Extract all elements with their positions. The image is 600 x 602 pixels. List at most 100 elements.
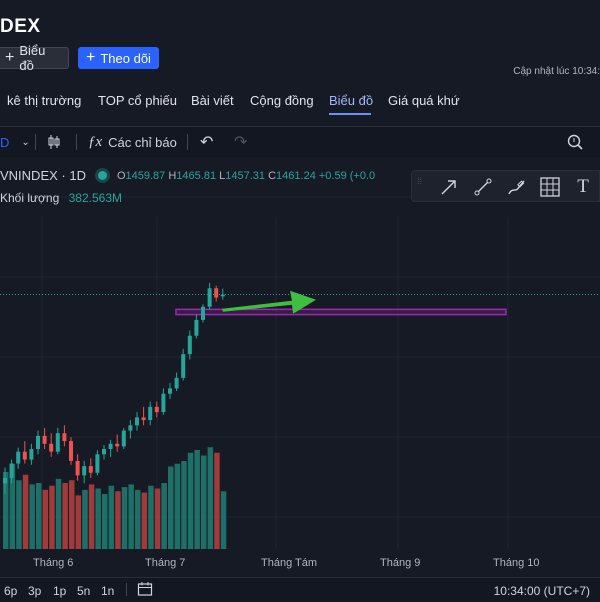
date-range-button[interactable] (137, 581, 153, 602)
candle-body (168, 388, 172, 394)
page-title: DEX (0, 16, 41, 37)
tab-top-stocks[interactable]: TOP cổ phiếu (98, 93, 177, 108)
calendar-icon (137, 582, 153, 596)
tab-community[interactable]: Cộng đồng (250, 93, 314, 108)
screenshot-button[interactable] (566, 127, 584, 157)
volume-bar (82, 489, 88, 549)
candle-body (207, 288, 212, 307)
arrow-tool-icon (441, 180, 456, 195)
tab-history[interactable]: Giá quá khứ (388, 93, 460, 108)
text-tool-button[interactable]: T (570, 174, 596, 200)
trend-line-button[interactable] (470, 174, 496, 200)
volume-bar (95, 488, 101, 549)
volume-bar (115, 491, 121, 549)
redo-button[interactable]: ↷ (234, 127, 247, 157)
candle-body (135, 417, 139, 426)
volume-bar (16, 480, 22, 549)
open-value: 1459.87 (125, 169, 166, 182)
volume-legend: Khối lượng 382.563M (0, 191, 122, 205)
change-value: +0.59 (+0.0 (318, 169, 376, 182)
live-indicator (97, 171, 107, 180)
volume-bar (22, 474, 29, 549)
candle-body (42, 435, 47, 444)
volume-bar (214, 452, 220, 549)
toolbar-divider (187, 134, 188, 150)
price-chart[interactable] (0, 157, 600, 575)
candle-body (22, 451, 27, 460)
volume-bar (174, 463, 181, 549)
x-axis-label: Tháng 6 (33, 557, 74, 569)
range-1m[interactable]: 1p (53, 584, 66, 598)
candle-body (88, 466, 93, 473)
active-tab-indicator (329, 113, 371, 115)
candle-body (181, 354, 186, 378)
text-tool-icon: T (577, 176, 589, 197)
tab-market-stats[interactable]: kê thị trường (7, 93, 81, 108)
volume-value: 382.563M (68, 191, 122, 205)
range-3m[interactable]: 3p (28, 584, 41, 598)
volume-label: Khối lượng (0, 191, 60, 205)
high-value: 1465.81 (176, 169, 217, 182)
candle-body (36, 435, 40, 450)
candle-body (174, 377, 179, 389)
plus-icon: + (86, 49, 96, 66)
time-range-bar: 6p 3p 1p 5n 1n 10:34:00 (UTC+7) (0, 577, 600, 601)
indicators-button[interactable]: ƒx Các chỉ báo (88, 127, 177, 157)
candle-body (201, 306, 205, 320)
toolbar-divider (35, 134, 36, 150)
candle-body (55, 433, 60, 452)
volume-bar (49, 485, 55, 549)
candle-body (62, 433, 67, 442)
grid-icon (540, 177, 560, 197)
candlestick-icon (48, 135, 60, 149)
volume-bar (154, 488, 161, 549)
range-5d[interactable]: 5n (77, 584, 90, 598)
tab-chart[interactable]: Biểu đồ (329, 93, 373, 108)
volume-bar (135, 489, 141, 549)
volume-bar (55, 478, 62, 549)
candle-body (220, 294, 225, 297)
candle-body (121, 430, 126, 447)
volume-bar (148, 485, 154, 549)
range-6m[interactable]: 6p (4, 584, 17, 598)
magnifier-icon (567, 134, 583, 150)
drag-handle-icon[interactable]: ⁞⁞ (417, 177, 425, 195)
candle-body (3, 478, 7, 484)
bottom-divider (126, 583, 127, 596)
interval-selector[interactable]: D ⌄ (0, 127, 30, 157)
volume-bar (75, 495, 82, 549)
interval-label: D (0, 134, 10, 150)
brush-button[interactable] (504, 174, 530, 200)
tab-articles[interactable]: Bài viết (191, 93, 234, 108)
chevron-down-icon: ⌄ (21, 136, 30, 148)
candle-body (115, 443, 120, 447)
symbol-label: VNINDEX · 1D (0, 168, 86, 183)
arrow-tool-button[interactable] (436, 174, 462, 200)
updated-time: Cập nhật lúc 10:34: (513, 66, 600, 77)
follow-button[interactable]: + Theo dõi (78, 47, 159, 69)
close-value: 1461.24 (276, 169, 316, 182)
candle-body (161, 393, 166, 413)
undo-button[interactable]: ↶ (200, 127, 213, 157)
volume-bar (161, 483, 167, 549)
candle-body (108, 443, 113, 450)
x-axis-label: Tháng 10 (493, 557, 540, 569)
candle-type-button[interactable] (46, 127, 62, 157)
volume-bar (121, 487, 128, 549)
ohlc-values: O1459.87 H1465.81 L1457.31 C1461.24 +0.5… (117, 170, 375, 182)
nav-tabs: kê thị trường TOP cổ phiếu Bài viết Cộng… (0, 93, 600, 111)
candle-body (154, 406, 159, 413)
trend-line-icon (474, 178, 492, 196)
candle-body (16, 451, 21, 464)
volume-bar (102, 494, 108, 549)
candle-body (128, 425, 133, 431)
grid-tool-button[interactable] (537, 174, 563, 200)
volume-bar (128, 484, 134, 549)
undo-icon: ↶ (200, 134, 214, 151)
range-1d[interactable]: 1n (101, 584, 114, 598)
volume-bar (168, 466, 174, 549)
clock-timezone[interactable]: 10:34:00 (UTC+7) (494, 584, 590, 598)
candle-body (82, 466, 87, 476)
candle-body (187, 335, 192, 355)
chart-button[interactable]: + Biểu đồ (0, 43, 69, 73)
